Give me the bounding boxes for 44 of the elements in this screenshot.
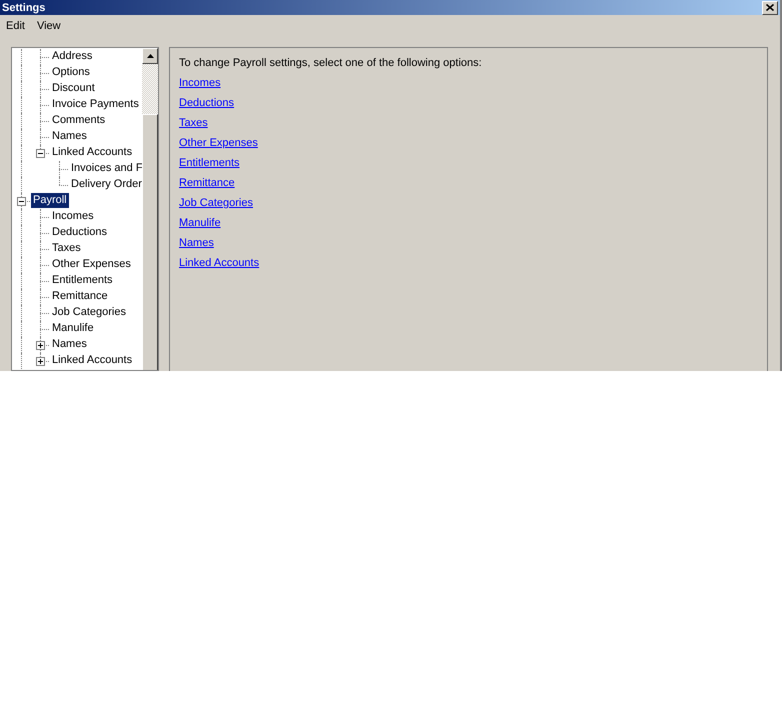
settings-link[interactable]: Incomes <box>179 77 221 90</box>
tree-item[interactable]: Linked Accounts <box>50 353 134 368</box>
tree-item[interactable]: Job Categories <box>50 305 128 320</box>
settings-link[interactable]: Linked Accounts <box>179 257 260 270</box>
tree-item[interactable]: Taxes <box>50 241 83 256</box>
tree-item[interactable]: Entitlements <box>50 273 115 288</box>
tree-item[interactable]: Names <box>50 129 89 144</box>
tree-item[interactable]: Remittance <box>50 289 110 304</box>
tree-item[interactable]: Payroll <box>31 193 69 208</box>
tree-item[interactable]: Invoice Payments <box>50 97 141 112</box>
expand-icon[interactable] <box>36 341 45 350</box>
tree-item[interactable]: Names <box>50 337 89 352</box>
tree-item[interactable]: Address <box>50 49 94 64</box>
up-arrow-icon <box>146 54 154 58</box>
collapse-icon[interactable] <box>17 197 26 206</box>
expand-icon[interactable] <box>36 357 45 366</box>
tree-item[interactable]: Other Expenses <box>50 257 133 272</box>
tree-item[interactable]: Comments <box>50 113 108 128</box>
tree-item[interactable]: Deductions <box>50 225 110 240</box>
scroll-up-button[interactable] <box>142 48 158 64</box>
tree-item[interactable]: Linked Accounts <box>50 145 134 160</box>
scroll-thumb[interactable] <box>142 114 158 370</box>
settings-link[interactable]: Names <box>179 237 214 250</box>
settings-link[interactable]: Entitlements <box>179 157 240 170</box>
collapse-icon[interactable] <box>36 149 45 158</box>
tree-item[interactable]: Delivery Order <box>69 177 142 192</box>
tree-item[interactable]: Manulife <box>50 321 96 336</box>
tree-item[interactable]: Incomes <box>50 209 96 224</box>
settings-link[interactable]: Other Expenses <box>179 137 258 150</box>
close-button[interactable] <box>762 0 778 14</box>
scrollbar[interactable] <box>142 48 158 370</box>
settings-link[interactable]: Manulife <box>179 217 221 230</box>
settings-link[interactable]: Deductions <box>179 97 234 110</box>
settings-link[interactable]: Job Categories <box>179 197 253 210</box>
tree-item[interactable]: Options <box>50 65 92 80</box>
close-icon <box>766 4 774 11</box>
instruction-text: To change Payroll settings, select one of the following options: <box>179 57 483 70</box>
window-title: Settings <box>2 2 46 14</box>
menu-item[interactable]: View <box>30 20 67 32</box>
tree-item[interactable]: Invoices and F <box>69 161 142 176</box>
settings-link[interactable]: Taxes <box>179 117 208 130</box>
settings-link[interactable]: Remittance <box>179 177 235 190</box>
menu-item[interactable]: Edit <box>0 20 31 32</box>
tree-item[interactable]: Discount <box>50 81 97 96</box>
